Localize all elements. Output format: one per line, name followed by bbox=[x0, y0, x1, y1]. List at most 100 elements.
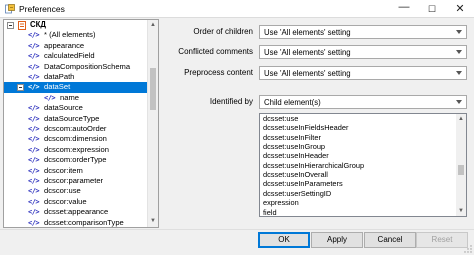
scroll-up-icon[interactable]: ▲ bbox=[148, 20, 158, 31]
xml-tag-icon: </> bbox=[28, 41, 40, 50]
preprocess-content-label: Preprocess content bbox=[184, 68, 253, 77]
xml-tag-icon: </> bbox=[28, 145, 40, 154]
tree-node-label: dcscor:item bbox=[44, 165, 83, 175]
list-item[interactable]: dcsset:useInFieldsHeader bbox=[260, 123, 456, 132]
identified-by-label: Identified by bbox=[209, 97, 253, 106]
collapse-toggle-icon[interactable] bbox=[7, 22, 14, 29]
tree-node[interactable]: </> dcscom:orderType bbox=[4, 155, 147, 165]
tree-node[interactable]: </> dataSource bbox=[4, 103, 147, 113]
identified-by-select[interactable]: Child element(s) bbox=[259, 95, 467, 109]
tree-node[interactable]: </> * (All elements) bbox=[4, 30, 147, 40]
preferences-app-icon bbox=[5, 4, 15, 14]
xml-tag-icon: </> bbox=[28, 166, 40, 175]
tree-node[interactable]: </> name bbox=[4, 93, 147, 103]
tree-node[interactable]: </> dcscor:parameter bbox=[4, 176, 147, 186]
resize-grip-icon[interactable] bbox=[464, 245, 472, 253]
tree-node-label: DataCompositionSchema bbox=[44, 61, 131, 71]
conflicted-comments-value: Use 'All elements' setting bbox=[264, 48, 351, 57]
child-elements-list[interactable]: dcsset:use dcsset:useInFieldsHeader dcsset… bbox=[259, 113, 467, 217]
tree-rows: СКД </> * (All elements) </> appearance </> c… bbox=[4, 20, 147, 227]
xml-tag-icon: </> bbox=[28, 73, 40, 81]
conflicted-comments-label: Conflicted comments bbox=[178, 47, 253, 56]
minimize-icon[interactable]: — bbox=[390, 0, 418, 16]
preprocess-content-value: Use 'All elements' setting bbox=[264, 69, 351, 78]
xml-tag-icon: </> bbox=[28, 208, 40, 217]
tree-node[interactable]: </> dcsset:comparisonType bbox=[4, 217, 147, 227]
list-item[interactable]: dcsset:use bbox=[260, 114, 456, 123]
tree-node-label: dataPath bbox=[44, 72, 75, 81]
xml-tag-icon: </> bbox=[28, 104, 40, 113]
list-item[interactable]: dcsset:useInOverall bbox=[260, 170, 456, 179]
xml-tag-icon: </> bbox=[44, 93, 56, 102]
tree-node[interactable]: </> dcscom:autoOrder bbox=[4, 124, 147, 134]
ok-button[interactable]: OK bbox=[258, 232, 310, 248]
tree-node[interactable]: </> dcscom:expression bbox=[4, 145, 147, 155]
element-tree[interactable]: СКД </> * (All elements) </> appearance </> c… bbox=[3, 19, 159, 228]
scroll-down-icon[interactable]: ▼ bbox=[456, 206, 466, 216]
tree-node-label: dcscom:dimension bbox=[44, 134, 107, 144]
child-elements-scrollbar[interactable]: ▲ ▼ bbox=[456, 114, 466, 216]
list-item[interactable]: field bbox=[260, 208, 456, 217]
xml-tag-icon: </> bbox=[28, 187, 40, 196]
order-of-children-select[interactable]: Use 'All elements' setting bbox=[259, 25, 467, 39]
tree-node[interactable]: </> dcscor:item bbox=[4, 166, 147, 176]
order-of-children-value: Use 'All elements' setting bbox=[264, 28, 351, 37]
list-item[interactable]: dcsset:useInGroup bbox=[260, 142, 456, 151]
preprocess-content-select[interactable]: Use 'All elements' setting bbox=[259, 66, 467, 80]
scroll-up-icon[interactable]: ▲ bbox=[456, 114, 466, 124]
cancel-button[interactable]: Cancel bbox=[364, 232, 416, 248]
tree-node[interactable]: </> DataCompositionSchema bbox=[4, 62, 147, 72]
tree-node-label: calculatedField bbox=[44, 51, 95, 61]
list-item[interactable]: dcsset:useInFilter bbox=[260, 133, 456, 142]
tree-node[interactable]: </> dcscom:dimension bbox=[4, 134, 147, 144]
tree-scrollbar[interactable]: ▲ ▼ bbox=[147, 20, 158, 227]
list-item[interactable]: dcsset:useInParameters bbox=[260, 179, 456, 188]
tree-node[interactable]: </> dataPath bbox=[4, 72, 147, 82]
reset-button[interactable]: Reset bbox=[416, 232, 468, 248]
tree-node-label: dataSource bbox=[44, 103, 83, 113]
tree-node[interactable]: </> dataSourceType bbox=[4, 114, 147, 124]
maximize-icon[interactable]: ☐ bbox=[418, 0, 446, 18]
tree-node-label: dcscom:autoOrder bbox=[44, 124, 107, 133]
tree-node-label: dataSet bbox=[44, 82, 71, 92]
chevron-down-icon bbox=[456, 50, 462, 54]
tree-node-label: * (All elements) bbox=[44, 30, 96, 40]
child-elements-scroll-thumb[interactable] bbox=[458, 165, 464, 175]
scroll-down-icon[interactable]: ▼ bbox=[148, 216, 158, 227]
footer-divider bbox=[0, 229, 474, 230]
tree-node-label: dcsset:comparisonType bbox=[44, 217, 124, 227]
tree-node[interactable]: </> dcsset:appearance bbox=[4, 207, 147, 217]
tree-node[interactable]: </> calculatedField bbox=[4, 51, 147, 61]
chevron-down-icon bbox=[456, 71, 462, 75]
list-item[interactable]: dcsset:useInHeader bbox=[260, 151, 456, 160]
xml-tag-icon: </> bbox=[28, 135, 40, 144]
xml-tag-icon: </> bbox=[28, 52, 40, 61]
xml-tag-icon: </> bbox=[28, 125, 40, 133]
list-item[interactable]: dcsset:useInHierarchicalGroup bbox=[260, 161, 456, 170]
conflicted-comments-select[interactable]: Use 'All elements' setting bbox=[259, 45, 467, 59]
order-of-children-label: Order of children bbox=[193, 27, 253, 36]
collapse-toggle-icon[interactable] bbox=[17, 84, 24, 92]
close-icon[interactable]: ✕ bbox=[446, 0, 474, 18]
tree-node-label: dcscor:use bbox=[44, 186, 81, 196]
tree-node-label: dcscom:expression bbox=[44, 144, 109, 154]
xml-tag-icon: </> bbox=[28, 31, 40, 40]
tree-node[interactable]: </> dcscor:value bbox=[4, 197, 147, 207]
list-item[interactable]: expression bbox=[260, 198, 456, 207]
tree-node-label: dataSourceType bbox=[44, 113, 100, 123]
tree-node[interactable]: </> appearance bbox=[4, 41, 147, 51]
xml-tag-icon: </> bbox=[28, 197, 40, 206]
tree-scroll-thumb[interactable] bbox=[150, 68, 156, 110]
tree-node-label: dcscor:parameter bbox=[44, 176, 104, 185]
identified-by-value: Child element(s) bbox=[264, 98, 321, 107]
apply-button[interactable]: Apply bbox=[311, 232, 363, 248]
tree-node[interactable]: </> dataSet bbox=[4, 82, 147, 93]
tree-node-label: dcscor:value bbox=[44, 196, 87, 206]
tree-node[interactable]: </> dcscor:use bbox=[4, 186, 147, 196]
xml-tag-icon: </> bbox=[28, 83, 40, 92]
tree-node-label: name bbox=[60, 92, 79, 102]
list-item[interactable]: dcsset:userSettingID bbox=[260, 189, 456, 198]
tree-root[interactable]: СКД bbox=[4, 20, 147, 30]
tree-node-label: dcsset:appearance bbox=[44, 207, 109, 217]
xml-tag-icon: </> bbox=[28, 218, 40, 227]
